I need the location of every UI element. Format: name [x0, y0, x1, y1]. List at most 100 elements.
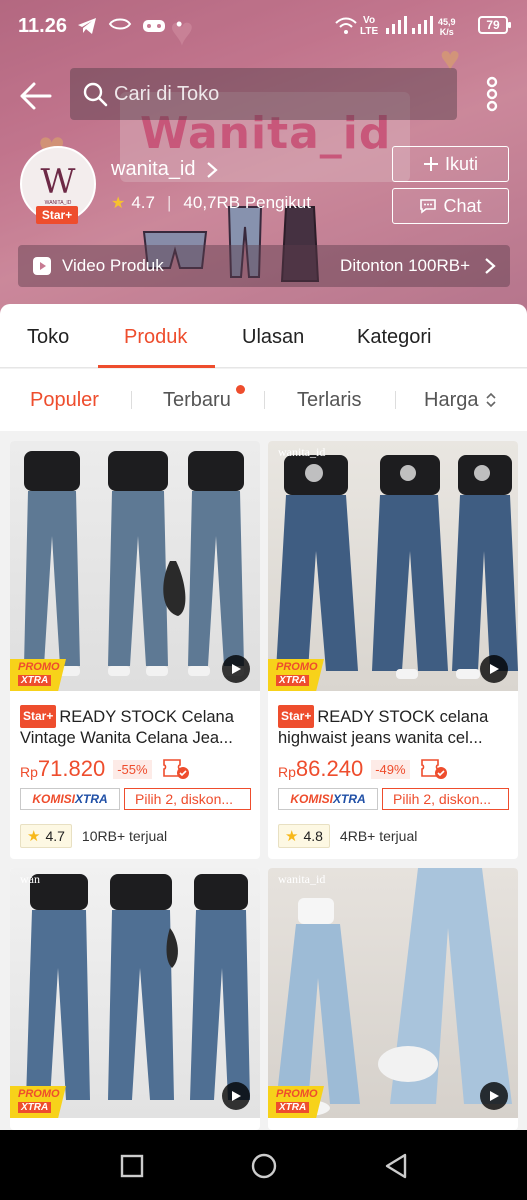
status-bar: 11.26 • Vo LTE 45,9 K/s 79 — [0, 0, 527, 54]
promo-xtra-badge: PROMO XTRA — [10, 1086, 66, 1118]
product-card[interactable]: wanita_id PROMO XTRA — [268, 868, 518, 1130]
volte-bottom: LTE — [360, 26, 379, 37]
tab-kategori[interactable]: Kategori — [357, 326, 432, 349]
messaging-icon — [108, 18, 132, 30]
sold-count: 4RB+ terjual — [339, 828, 418, 844]
promo-xtra-badge: PROMO XTRA — [268, 1086, 324, 1118]
sort-updown-icon[interactable] — [485, 391, 497, 409]
active-tab-indicator — [98, 365, 215, 368]
sort-bar: Populer Terbaru Terlaris Harga — [0, 369, 527, 431]
product-title: Star+ READY STOCK celana highwaist jeans … — [278, 705, 510, 749]
home-icon[interactable] — [250, 1152, 278, 1180]
tab-toko[interactable]: Toko — [27, 326, 69, 349]
promo-badge-bottom: XTRA — [18, 1102, 52, 1113]
search-icon — [83, 82, 108, 107]
more-options-icon[interactable] — [478, 74, 506, 114]
shop-rating: 4.7 — [131, 193, 155, 212]
product-image[interactable]: PROMO XTRA — [10, 441, 260, 691]
star-icon: ★ — [285, 828, 299, 845]
komisi-tag-part2: XTRA — [333, 792, 366, 806]
product-photo — [24, 451, 244, 676]
shop-name-link[interactable]: wanita_id — [111, 158, 218, 181]
bundle-promo-tag: Pilih 2, diskon... — [382, 788, 509, 810]
promo-badge-bottom: XTRA — [18, 675, 52, 686]
image-watermark: wanita_id — [278, 872, 326, 886]
komisi-tag-part1: KOMISI — [32, 792, 75, 806]
plus-icon — [423, 157, 438, 171]
play-video-icon[interactable] — [480, 655, 508, 683]
image-watermark: wanita_id — [278, 445, 326, 459]
sort-terlaris[interactable]: Terlaris — [297, 389, 361, 412]
rating-badge: ★ 4.8 — [278, 824, 330, 848]
play-video-icon[interactable] — [222, 655, 250, 683]
chevron-right-icon — [485, 258, 496, 274]
chevron-right-icon — [206, 161, 218, 178]
recent-apps-icon[interactable] — [120, 1154, 144, 1178]
back-triangle-icon[interactable] — [383, 1152, 409, 1180]
net-speed-value: 45,9 — [438, 17, 456, 27]
promo-xtra-badge: PROMO XTRA — [268, 659, 324, 691]
star-plus-badge: Star+ — [278, 705, 315, 728]
signal-icon-2 — [412, 16, 433, 34]
product-tags: KOMISI XTRA Pilih 2, diskon... — [278, 788, 509, 810]
wifi-icon — [335, 17, 357, 34]
star-icon: ★ — [27, 828, 41, 845]
sort-populer[interactable]: Populer — [30, 389, 99, 412]
product-rating-row: ★ 4.7 10RB+ terjual — [20, 824, 167, 848]
product-title-line1: READY STOCK celana — [317, 708, 489, 726]
product-card[interactable]: wanita_id PROMO XTRA Star+ READY STOCK ce… — [268, 441, 518, 859]
play-video-icon[interactable] — [480, 1082, 508, 1110]
voucher-icon — [420, 759, 447, 779]
follow-label: Ikuti — [444, 153, 478, 174]
video-produk-bar[interactable]: Video Produk Ditonton 100RB+ — [18, 245, 510, 287]
product-image[interactable]: wanita_id PROMO XTRA — [268, 441, 518, 691]
shop-tabs: Toko Produk Ulasan Kategori — [0, 304, 527, 368]
sort-harga[interactable]: Harga — [424, 389, 478, 412]
price-currency: Rp — [20, 764, 38, 780]
signal-icon — [386, 16, 407, 34]
divider — [264, 391, 265, 409]
system-navigation-bar — [0, 1130, 527, 1200]
product-title: Star+ READY STOCK Celana Vintage Wanita C… — [20, 705, 252, 749]
telegram-icon — [78, 18, 96, 34]
play-video-icon[interactable] — [222, 1082, 250, 1110]
new-indicator-dot — [236, 385, 245, 394]
product-photo — [26, 874, 250, 1100]
shop-logo-letter: W — [40, 162, 76, 202]
chat-button[interactable]: Chat — [392, 188, 509, 224]
voucher-icon — [162, 759, 189, 779]
product-title-line1: READY STOCK Celana — [59, 708, 234, 726]
chat-label: Chat — [443, 195, 482, 216]
promo-xtra-badge: PROMO XTRA — [10, 659, 66, 691]
product-card[interactable]: PROMO XTRA Star+ READY STOCK Celana Vinta… — [10, 441, 260, 859]
video-views: Ditonton 100RB+ — [340, 256, 470, 275]
product-title-line2: highwaist jeans wanita cel... — [278, 729, 483, 747]
follow-button[interactable]: Ikuti — [392, 146, 509, 182]
tab-ulasan[interactable]: Ulasan — [242, 326, 304, 349]
rating-badge: ★ 4.7 — [20, 824, 72, 848]
image-watermark: wan — [20, 872, 40, 886]
sold-count: 10RB+ terjual — [81, 828, 168, 844]
shop-followers: 40,7RB Pengikut — [183, 193, 311, 212]
tab-produk[interactable]: Produk — [124, 326, 187, 349]
price-amount: 86.240 — [295, 756, 364, 781]
price-currency: Rp — [278, 764, 296, 780]
shop-search-input[interactable]: Cari di Toko — [70, 68, 457, 120]
product-title-line2: Vintage Wanita Celana Jea... — [20, 729, 233, 747]
battery-icon: 79 — [478, 16, 511, 34]
back-arrow-icon[interactable] — [16, 76, 56, 116]
product-image[interactable]: wan PROMO XTRA — [10, 868, 260, 1118]
promo-badge-top: PROMO — [276, 1088, 318, 1100]
network-speed: 45,9 K/s — [438, 17, 456, 37]
komisi-tag-part2: XTRA — [75, 792, 108, 806]
product-price: Rp 71.820 -55% — [20, 756, 190, 782]
komisi-xtra-tag: KOMISI XTRA — [20, 788, 120, 810]
product-image[interactable]: wanita_id PROMO XTRA — [268, 868, 518, 1118]
star-plus-badge: Star+ — [36, 206, 78, 224]
product-photo — [276, 868, 512, 1116]
product-card[interactable]: wan PROMO XTRA — [10, 868, 260, 1130]
star-plus-badge: Star+ — [20, 705, 57, 728]
divider — [131, 391, 132, 409]
discount-badge: -49% — [371, 759, 410, 779]
sort-terbaru[interactable]: Terbaru — [163, 389, 231, 412]
